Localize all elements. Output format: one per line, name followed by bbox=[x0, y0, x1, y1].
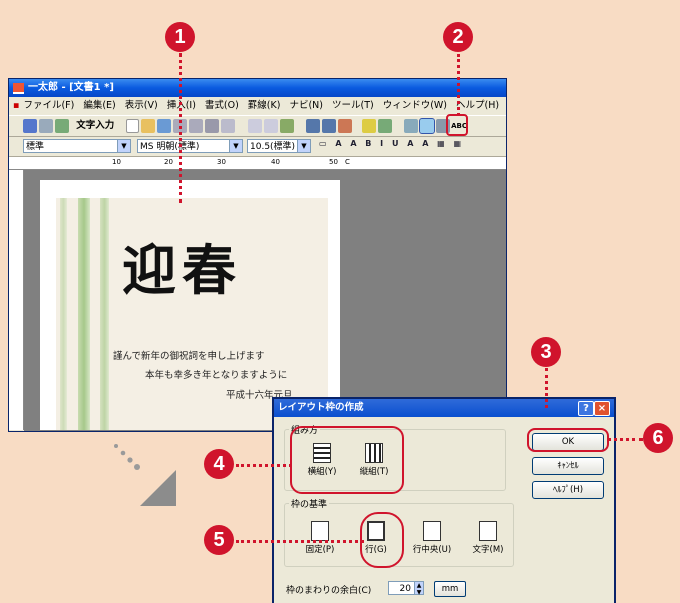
save-icon[interactable] bbox=[157, 119, 172, 133]
font-combo[interactable]: MS 明朝(標準) ▼ bbox=[137, 139, 243, 153]
cut-icon[interactable] bbox=[247, 119, 262, 133]
menu-navi[interactable]: ナビ(N) bbox=[289, 100, 323, 111]
preview-icon[interactable] bbox=[189, 119, 204, 133]
menu-format[interactable]: 書式(O) bbox=[205, 100, 239, 111]
callout-4: 4 bbox=[204, 449, 234, 479]
unit-button[interactable]: mm bbox=[434, 581, 466, 597]
page-icon[interactable] bbox=[221, 119, 236, 133]
char-option[interactable]: 文字(M) bbox=[460, 521, 516, 555]
help-button[interactable]: ﾍﾙﾌﾟ(H) bbox=[532, 481, 604, 499]
fixed-option-label: 固定(P) bbox=[305, 545, 335, 555]
cancel-button[interactable]: ｷｬﾝｾﾙ bbox=[532, 457, 604, 475]
callout-5: 5 bbox=[204, 525, 234, 555]
card-heading: 迎春 bbox=[122, 238, 242, 302]
redo-icon[interactable] bbox=[321, 119, 336, 133]
layout-frame-icon[interactable] bbox=[419, 118, 436, 134]
card-line-1: 謹んで新年の御祝詞を申し上げます bbox=[113, 351, 265, 362]
open-icon[interactable] bbox=[141, 119, 156, 133]
menu-tools[interactable]: ツール(T) bbox=[332, 100, 374, 111]
style-combo[interactable]: 標準 ▼ bbox=[23, 139, 131, 153]
text-input-mode-button[interactable]: 文字入力 bbox=[76, 120, 114, 131]
chevron-down-icon[interactable]: ▼ bbox=[229, 140, 242, 152]
ruler-mark: C bbox=[345, 158, 350, 166]
bamboo-stalk bbox=[78, 198, 90, 430]
new-icon[interactable] bbox=[126, 119, 140, 133]
char-icon bbox=[479, 521, 497, 541]
callout-1-leader bbox=[179, 53, 182, 203]
window-title: 一太郎 - [文書1 *] bbox=[28, 82, 114, 93]
chevron-down-icon[interactable]: ▼ bbox=[117, 140, 130, 152]
line-center-icon bbox=[423, 521, 441, 541]
callout-2-leader bbox=[457, 54, 460, 116]
line-center-option-label: 行中央(U) bbox=[412, 545, 452, 555]
line-center-option[interactable]: 行中央(U) bbox=[404, 521, 460, 555]
refresh-icon[interactable] bbox=[337, 119, 352, 133]
menu-ruled-lines[interactable]: 罫線(K) bbox=[248, 100, 281, 111]
menu-help[interactable]: ヘルプ(H) bbox=[456, 100, 499, 111]
callout-6-leader bbox=[607, 438, 643, 441]
print-preview-icon[interactable] bbox=[205, 119, 220, 133]
frame-basis-label: 枠の基準 bbox=[291, 500, 328, 510]
menu-bar: ▪ ファイル(F) 編集(E) 表示(V) 挿入(I) 書式(O) 罫線(K) ナビ(N) ツー… bbox=[9, 98, 506, 114]
help-icon[interactable]: ? bbox=[578, 401, 594, 416]
dialog-title: レイアウト枠の作成 bbox=[278, 402, 364, 413]
font-combo-value: MS 明朝(標準) bbox=[140, 142, 200, 152]
transition-arrow-icon bbox=[114, 444, 176, 506]
callout-3: 3 bbox=[531, 337, 561, 367]
margin-label: 枠のまわりの余白(C) bbox=[286, 586, 372, 596]
callout-5-leader bbox=[236, 540, 364, 543]
bamboo-stalk bbox=[60, 198, 67, 430]
frame-icon[interactable] bbox=[404, 119, 419, 133]
horizontal-ruler: 10 20 30 40 50 C bbox=[9, 157, 506, 170]
check-icon[interactable] bbox=[55, 119, 69, 133]
copy-icon[interactable] bbox=[263, 119, 278, 133]
format-toolbar: 標準 ▼ MS 明朝(標準) ▼ 10.5(標準) ▼ ▭ A A B I U A A… bbox=[9, 136, 506, 157]
callout-5-ring bbox=[360, 512, 404, 568]
size-combo-value: 10.5(標準) bbox=[250, 142, 296, 152]
size-combo[interactable]: 10.5(標準) ▼ bbox=[247, 139, 311, 153]
format-buttons[interactable]: ▭ A A B I U A A ▦ ▦ bbox=[319, 139, 464, 148]
ruler-mark: 30 bbox=[217, 158, 226, 166]
window-titlebar: 一太郎 - [文書1 *] bbox=[9, 79, 506, 97]
ruler-mark: 20 bbox=[164, 158, 173, 166]
callout-4-ring bbox=[290, 426, 404, 494]
callout-2: 2 bbox=[443, 22, 473, 52]
callout-6: 6 bbox=[643, 423, 673, 453]
margin-spinner[interactable]: ▲ ▼ bbox=[414, 581, 424, 596]
marker-icon[interactable] bbox=[361, 119, 376, 133]
callout-1: 1 bbox=[165, 22, 195, 52]
chevron-down-icon[interactable]: ▼ bbox=[297, 140, 310, 152]
menu-view[interactable]: 表示(V) bbox=[125, 100, 158, 111]
callout-4-leader bbox=[236, 464, 292, 467]
app-icon bbox=[13, 83, 24, 94]
document-icon: ▪ bbox=[13, 100, 20, 111]
dialog-titlebar: レイアウト枠の作成 ? × bbox=[274, 399, 614, 417]
char-option-label: 文字(M) bbox=[472, 545, 504, 555]
card-line-2: 本年も幸多き年となりますように bbox=[145, 370, 288, 381]
palette-icon[interactable] bbox=[377, 119, 392, 133]
style-combo-value: 標準 bbox=[26, 142, 45, 152]
a-icon[interactable] bbox=[23, 119, 37, 133]
callout-6-ring bbox=[527, 428, 609, 452]
callout-2-ring bbox=[446, 114, 468, 136]
close-icon[interactable]: × bbox=[594, 401, 610, 416]
undo-icon[interactable] bbox=[305, 119, 320, 133]
bamboo-stalk bbox=[100, 198, 109, 430]
paste-icon[interactable] bbox=[279, 119, 294, 133]
ruler-mark: 10 bbox=[112, 158, 121, 166]
standard-toolbar: 文字入力 ABC bbox=[9, 115, 506, 137]
pen-icon[interactable] bbox=[39, 119, 53, 133]
fixed-icon bbox=[311, 521, 329, 541]
menu-window[interactable]: ウィンドウ(W) bbox=[383, 100, 447, 111]
ruler-mark: 50 bbox=[329, 158, 338, 166]
menu-file[interactable]: ファイル(F) bbox=[23, 100, 74, 111]
menu-edit[interactable]: 編集(E) bbox=[83, 100, 115, 111]
fixed-option[interactable]: 固定(P) bbox=[292, 521, 348, 555]
ruler-mark: 40 bbox=[271, 158, 280, 166]
vertical-ruler bbox=[9, 170, 24, 430]
callout-3-leader bbox=[545, 368, 548, 408]
